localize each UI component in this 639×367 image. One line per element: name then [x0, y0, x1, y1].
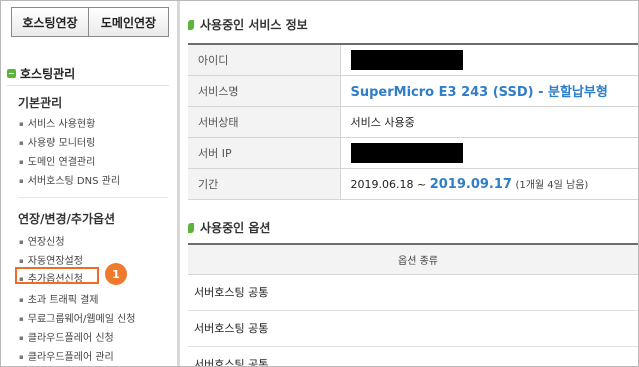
period-end: 2019.09.17: [429, 176, 512, 192]
leaf-icon: [188, 222, 194, 233]
menu-item-usage-monitoring[interactable]: 사용량 모니터링: [19, 134, 96, 149]
section-title: 호스팅관리: [20, 67, 76, 81]
period-remaining: (1개월 4일 남음): [515, 179, 589, 191]
table-row: 서버 IP: [188, 137, 638, 169]
hosting-management-heading: 호스팅관리: [7, 65, 75, 82]
table-row: 기간 2019.06.18 ~ 2019.09.17 (1개월 4일 남음): [188, 168, 638, 200]
menu-item-cloudflare-apply[interactable]: 클라우드플레어 신청: [19, 329, 114, 344]
menu-item-groupware[interactable]: 무료그룹웨어/웹메일 신청: [19, 310, 136, 325]
table-header-row: 옵션 종류: [188, 244, 638, 275]
options-heading: 사용중인 옵션: [188, 219, 270, 236]
menu-item-traffic-payment[interactable]: 초과 트래픽 결제: [19, 291, 99, 306]
id-label: 아이디: [188, 44, 341, 76]
table-row: 서버상태 서비스 사용중: [188, 106, 638, 138]
group-title-renew-options: 연장/변경/추가옵션: [18, 212, 116, 226]
group-title-basic: 기본관리: [18, 96, 63, 110]
sidebar: 호스팅연장 도메인연장 호스팅관리 기본관리 서비스 사용현황 사용량 모니터링…: [1, 1, 179, 366]
service-info-title: 사용중인 서비스 정보: [200, 18, 308, 32]
top-buttons: 호스팅연장 도메인연장: [11, 7, 169, 37]
leaf-icon: [188, 19, 194, 30]
menu-item-service-status[interactable]: 서비스 사용현황: [19, 115, 96, 130]
step-badge: 1: [105, 263, 127, 285]
options-title: 사용중인 옵션: [200, 221, 271, 235]
table-row: 서비스명 SuperMicro E3 243 (SSD) - 분할납부형: [188, 75, 638, 107]
menu-item-auto-renew[interactable]: 자동연장설정: [19, 252, 83, 267]
server-ip-label: 서버 IP: [188, 137, 341, 169]
hosting-renew-button[interactable]: 호스팅연장: [11, 7, 89, 37]
options-column-header: 옵션 종류: [188, 244, 638, 275]
service-name: SuperMicro E3 243 (SSD) - 분할납부형: [350, 85, 608, 100]
service-name-label: 서비스명: [188, 75, 341, 107]
menu-item-cloudflare-manage[interactable]: 클라우드플레어 관리: [19, 348, 114, 363]
period-start: 2019.06.18 ~: [350, 177, 427, 191]
highlight-box: [15, 267, 99, 284]
main-content: 사용중인 서비스 정보 아이디 서비스명 SuperMicro E3 243 (…: [180, 1, 638, 366]
table-row: 아이디: [188, 44, 638, 76]
period-value: 2019.06.18 ~ 2019.09.17 (1개월 4일 남음): [340, 168, 638, 200]
menu-item-dns-management[interactable]: 서버호스팅 DNS 관리: [19, 172, 120, 187]
table-row: 서버호스팅 공통: [188, 274, 638, 311]
divider: [18, 197, 168, 198]
service-info-heading: 사용중인 서비스 정보: [188, 16, 308, 33]
option-cell: 서버호스팅 공통: [188, 346, 638, 366]
menu-item-domain-connection[interactable]: 도메인 연결관리: [19, 153, 96, 168]
redacted-block: [350, 49, 463, 70]
service-info-table: 아이디 서비스명 SuperMicro E3 243 (SSD) - 분할납부형…: [188, 43, 638, 200]
table-row: 서버호스팅 공통: [188, 346, 638, 366]
service-name-value: SuperMicro E3 243 (SSD) - 분할납부형: [340, 75, 638, 107]
menu-item-renew-request[interactable]: 연장신청: [19, 233, 65, 248]
server-ip-value: [340, 137, 638, 169]
server-status-value: 서비스 사용중: [340, 106, 638, 138]
option-cell: 서버호스팅 공통: [188, 274, 638, 311]
table-row: 서버호스팅 공통: [188, 310, 638, 347]
redacted-block: [350, 142, 463, 163]
server-status-label: 서버상태: [188, 106, 341, 138]
id-value: [340, 44, 638, 76]
minus-box-icon: [7, 69, 16, 78]
divider: [7, 85, 169, 86]
option-cell: 서버호스팅 공통: [188, 310, 638, 347]
period-label: 기간: [188, 168, 341, 200]
domain-renew-button[interactable]: 도메인연장: [89, 7, 169, 37]
options-table: 옵션 종류 서버호스팅 공통 서버호스팅 공통 서버호스팅 공통: [188, 243, 638, 366]
window-frame: 호스팅연장 도메인연장 호스팅관리 기본관리 서비스 사용현황 사용량 모니터링…: [0, 0, 639, 367]
